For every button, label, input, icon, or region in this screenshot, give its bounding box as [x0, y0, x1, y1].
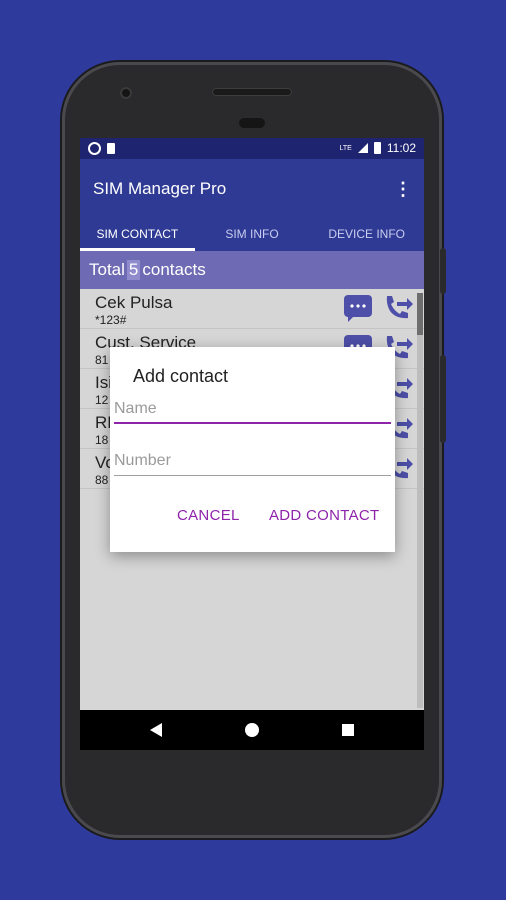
signal-icon — [357, 143, 368, 153]
more-vert-icon[interactable]: ⋮ — [394, 179, 412, 200]
recent-apps-icon[interactable] — [342, 724, 354, 736]
contact-number: 88 — [95, 473, 109, 487]
tab-bar: SIM CONTACT SIM INFO DEVICE INFO — [80, 221, 424, 251]
total-suffix: contacts — [142, 260, 206, 279]
battery-icon — [373, 142, 381, 154]
proximity-sensor — [239, 118, 265, 128]
volume-button — [440, 248, 446, 294]
contact-number: 18 — [95, 433, 109, 447]
scrollbar-track[interactable] — [417, 293, 423, 708]
dialog-title: Add contact — [133, 366, 229, 386]
status-bar: LTE 11:02 — [80, 138, 424, 159]
contact-number: *123# — [95, 313, 127, 327]
cancel-button[interactable]: CANCEL — [177, 507, 240, 524]
tab-sim-contact[interactable]: SIM CONTACT — [80, 221, 195, 251]
earpiece-speaker — [212, 88, 292, 96]
navigation-bar — [80, 710, 424, 750]
app-bar: SIM Manager Pro ⋮ SIM CONTACT SIM INFO D… — [80, 159, 424, 251]
contact-number: 12 — [95, 393, 109, 407]
status-time: 11:02 — [386, 141, 416, 155]
list-item[interactable]: Cek Pulsa *123# — [80, 289, 424, 329]
tab-sim-info[interactable]: SIM INFO — [195, 221, 310, 251]
total-count: 5 — [126, 260, 141, 280]
scrollbar-thumb[interactable] — [417, 293, 423, 335]
add-contact-button[interactable]: ADD CONTACT — [269, 507, 380, 524]
sim-icon — [107, 143, 115, 154]
contact-name: Cek Pulsa — [95, 293, 173, 312]
message-icon[interactable] — [344, 295, 372, 322]
add-contact-dialog: Add contact Name Number CANCEL ADD CONTA… — [110, 347, 395, 552]
name-field[interactable]: Name — [114, 400, 391, 424]
number-placeholder: Number — [114, 452, 171, 469]
total-prefix: Total — [89, 260, 125, 279]
home-icon[interactable] — [245, 723, 259, 737]
power-button — [440, 355, 446, 443]
app-title: SIM Manager Pro — [93, 179, 227, 198]
network-label: LTE — [339, 144, 352, 152]
circle-icon — [88, 142, 101, 155]
tab-device-info[interactable]: DEVICE INFO — [309, 221, 424, 251]
front-camera — [120, 87, 132, 99]
total-bar: Total 5 contacts — [80, 251, 424, 289]
name-placeholder: Name — [114, 400, 157, 417]
back-icon[interactable] — [150, 723, 162, 737]
call-forward-icon[interactable] — [382, 292, 414, 322]
contact-number: 81 — [95, 353, 109, 367]
number-field[interactable]: Number — [114, 452, 391, 476]
